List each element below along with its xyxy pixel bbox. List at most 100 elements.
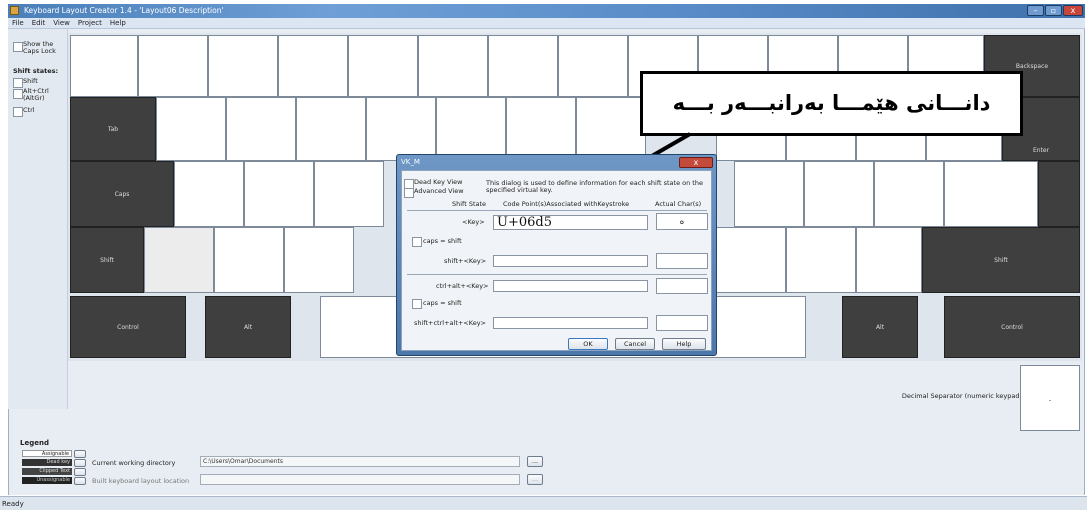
- key-x[interactable]: [284, 227, 354, 293]
- maximize-button[interactable]: ▫: [1045, 5, 1062, 16]
- dead-key-view-label: Dead Key View: [414, 178, 463, 186]
- window-title: Keyboard Layout Creator 1.4 - 'Layout06 …: [24, 6, 224, 15]
- menu-file[interactable]: File: [8, 18, 28, 29]
- key-6[interactable]: [488, 35, 558, 97]
- altgr-checkbox[interactable]: [13, 89, 23, 99]
- key-a[interactable]: [174, 161, 244, 227]
- caps-shift-checkbox-1[interactable]: [412, 237, 422, 247]
- shift-states-heading: Shift states:: [13, 67, 59, 75]
- legend-dead-key: Dead key: [22, 459, 72, 466]
- key-row-label: <Key>: [462, 218, 485, 226]
- col-shift-state: Shift State: [452, 200, 487, 208]
- minimize-button[interactable]: –: [1027, 5, 1044, 16]
- key-codepoint-input[interactable]: U+06d5: [493, 215, 648, 230]
- shift-key-row-label: shift+<Key>: [444, 257, 487, 265]
- key-2[interactable]: [208, 35, 278, 97]
- legend-unassignable-swatch-button[interactable]: [74, 477, 86, 485]
- title-bar: Keyboard Layout Creator 1.4 - 'Layout06 …: [8, 4, 1085, 18]
- legend-dead-key-swatch-button[interactable]: [74, 459, 86, 467]
- status-text: Ready: [2, 500, 24, 508]
- caps-shift-label-2: caps = shift: [423, 299, 462, 307]
- advanced-view-checkbox[interactable]: [404, 188, 414, 198]
- cwd-label: Current working directory: [92, 459, 176, 467]
- dialog-title: VK_M: [401, 158, 420, 166]
- ctrl-label: Ctrl: [23, 106, 35, 114]
- key-4[interactable]: [348, 35, 418, 97]
- menu-project[interactable]: Project: [74, 18, 106, 29]
- ctrl-alt-codepoint-input[interactable]: [493, 280, 648, 292]
- key-alt-right[interactable]: Alt: [842, 296, 918, 358]
- key-1[interactable]: [138, 35, 208, 97]
- shift-ctrl-alt-codepoint-input[interactable]: [493, 317, 648, 329]
- key-t[interactable]: [436, 97, 506, 161]
- menu-help[interactable]: Help: [106, 18, 130, 29]
- key-7[interactable]: [558, 35, 628, 97]
- key-control-right[interactable]: Control: [944, 296, 1080, 358]
- key-quote[interactable]: [874, 161, 944, 227]
- key-z[interactable]: [214, 227, 284, 293]
- key-decimal[interactable]: .: [1020, 365, 1080, 431]
- shift-label: Shift: [23, 77, 38, 85]
- shift-actual-char: [656, 253, 708, 269]
- advanced-view-label: Advanced View: [414, 187, 464, 195]
- build-browse-button[interactable]: ...: [527, 474, 543, 485]
- close-button[interactable]: x: [1063, 5, 1083, 16]
- cwd-browse-button[interactable]: ...: [527, 456, 543, 467]
- shift-ctrl-alt-actual-char: [656, 315, 708, 331]
- key-semicolon[interactable]: [804, 161, 874, 227]
- altgr-label: Alt+Ctrl (AltGr): [23, 87, 49, 102]
- key-r[interactable]: [366, 97, 436, 161]
- ctrl-checkbox[interactable]: [13, 107, 23, 117]
- key-comma[interactable]: [716, 227, 786, 293]
- decimal-separator-label: Decimal Separator (numeric keypad): [901, 392, 1022, 400]
- col-actual-chars: Actual Char(s): [655, 200, 702, 208]
- key-s[interactable]: [244, 161, 314, 227]
- menu-view[interactable]: View: [49, 18, 74, 29]
- checkbox-icon: [13, 42, 23, 52]
- build-location-label: Built keyboard layout location: [92, 477, 190, 485]
- cancel-button[interactable]: Cancel: [615, 338, 655, 350]
- key-3[interactable]: [278, 35, 348, 97]
- key-period[interactable]: [786, 227, 856, 293]
- legend-assignable: Assignable: [22, 450, 72, 457]
- key-tab[interactable]: Tab: [70, 97, 156, 161]
- ok-button[interactable]: OK: [568, 338, 608, 350]
- shift-codepoint-input[interactable]: [493, 255, 648, 267]
- menu-edit[interactable]: Edit: [28, 18, 50, 29]
- key-alt-left[interactable]: Alt: [205, 296, 291, 358]
- key-5[interactable]: [418, 35, 488, 97]
- legend-heading: Legend: [20, 439, 49, 447]
- key-w[interactable]: [226, 97, 296, 161]
- menu-bar: File Edit View Project Help: [8, 18, 1085, 29]
- key-control-left[interactable]: Control: [70, 296, 186, 358]
- key-oem102[interactable]: [144, 227, 214, 293]
- key-l[interactable]: [734, 161, 804, 227]
- key-oem3[interactable]: [70, 35, 138, 97]
- legend-assignable-swatch-button[interactable]: [74, 450, 86, 458]
- help-button[interactable]: Help: [662, 338, 706, 350]
- ctrl-alt-key-row-label: ctrl+alt+<Key>: [436, 282, 489, 290]
- build-location-field[interactable]: [200, 474, 520, 485]
- key-caps[interactable]: Caps: [70, 161, 174, 227]
- legend-clipped-text: Clipped Text: [22, 468, 72, 475]
- caps-shift-label-1: caps = shift: [423, 237, 462, 245]
- key-d[interactable]: [314, 161, 384, 227]
- dialog-close-button[interactable]: x: [679, 157, 713, 168]
- legend-clipped-swatch-button[interactable]: [74, 468, 86, 476]
- ctrl-alt-actual-char: [656, 278, 708, 294]
- annotation-callout: دانـــانى هێمـــا بەرانبـــەر بـــە: [640, 71, 1023, 136]
- cwd-field[interactable]: C:\Users\Omar\Documents: [200, 456, 520, 467]
- key-e[interactable]: [296, 97, 366, 161]
- key-shift-right[interactable]: Shift: [922, 227, 1080, 293]
- key-enter-lower[interactable]: [1038, 161, 1080, 227]
- show-caps-lock-checkbox[interactable]: [13, 42, 23, 52]
- shift-checkbox[interactable]: [13, 78, 23, 88]
- caps-shift-checkbox-2[interactable]: [412, 299, 422, 309]
- key-slash[interactable]: [856, 227, 922, 293]
- app-icon: [10, 6, 19, 15]
- key-shift-left[interactable]: Shift: [70, 227, 144, 293]
- key-q[interactable]: [156, 97, 226, 161]
- show-caps-lock-label: Show the Caps Lock: [23, 40, 56, 55]
- key-backslash[interactable]: [944, 161, 1038, 227]
- divider: [407, 210, 707, 211]
